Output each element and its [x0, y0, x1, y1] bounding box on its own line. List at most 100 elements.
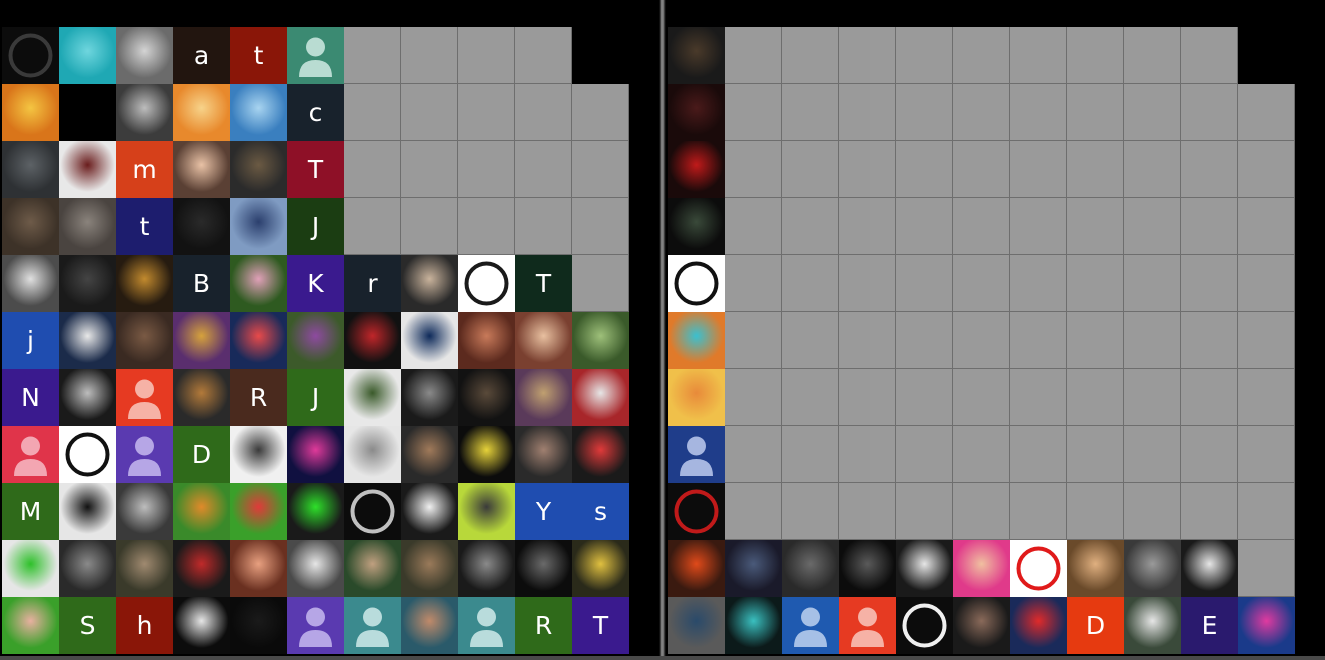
empty-slot[interactable] [839, 141, 896, 198]
profile-photo-tile[interactable] [230, 540, 287, 597]
empty-slot[interactable] [896, 426, 953, 483]
profile-photo-tile[interactable] [401, 483, 458, 540]
empty-slot[interactable] [782, 369, 839, 426]
red-flame-logo-tile[interactable] [668, 483, 725, 540]
empty-slot[interactable] [839, 84, 896, 141]
profile-photo-tile[interactable] [458, 426, 515, 483]
empty-slot[interactable] [1238, 198, 1295, 255]
letter-avatar-tile[interactable]: J [287, 369, 344, 426]
empty-slot[interactable] [344, 27, 401, 84]
profile-photo-tile[interactable] [344, 312, 401, 369]
empty-slot[interactable] [572, 84, 629, 141]
empty-slot[interactable] [782, 426, 839, 483]
profile-photo-tile[interactable] [173, 312, 230, 369]
empty-slot[interactable] [401, 84, 458, 141]
empty-slot[interactable] [1124, 198, 1181, 255]
profile-photo-tile[interactable] [59, 483, 116, 540]
empty-slot[interactable] [896, 84, 953, 141]
empty-slot[interactable] [1238, 141, 1295, 198]
profile-photo-tile[interactable] [725, 540, 782, 597]
profile-photo-tile[interactable] [572, 426, 629, 483]
empty-slot[interactable] [839, 255, 896, 312]
empty-slot[interactable] [1238, 255, 1295, 312]
empty-slot[interactable] [953, 27, 1010, 84]
empty-slot[interactable] [1181, 198, 1238, 255]
profile-photo-tile[interactable] [59, 198, 116, 255]
empty-slot[interactable] [1238, 312, 1295, 369]
profile-photo-tile[interactable] [116, 27, 173, 84]
profile-photo-tile[interactable] [668, 540, 725, 597]
empty-slot[interactable] [515, 84, 572, 141]
profile-photo-tile[interactable] [59, 540, 116, 597]
empty-slot[interactable] [515, 141, 572, 198]
letter-avatar-tile[interactable]: J [287, 198, 344, 255]
letter-avatar-tile[interactable]: T [287, 141, 344, 198]
empty-slot[interactable] [1067, 426, 1124, 483]
profile-photo-tile[interactable] [287, 540, 344, 597]
profile-photo-tile[interactable] [401, 540, 458, 597]
empty-slot[interactable] [839, 426, 896, 483]
empty-slot[interactable] [725, 141, 782, 198]
bottom-scrollbar[interactable] [0, 656, 1325, 660]
profile-photo-tile[interactable] [668, 597, 725, 654]
letter-avatar-tile[interactable]: D [1067, 597, 1124, 654]
profile-photo-tile[interactable] [59, 255, 116, 312]
profile-photo-tile[interactable] [116, 312, 173, 369]
empty-slot[interactable] [1124, 141, 1181, 198]
default-avatar-tile[interactable] [287, 597, 344, 654]
empty-slot[interactable] [782, 255, 839, 312]
empty-slot[interactable] [1238, 540, 1295, 597]
empty-slot[interactable] [344, 198, 401, 255]
profile-photo-tile[interactable] [2, 597, 59, 654]
profile-photo-tile[interactable] [668, 198, 725, 255]
profile-photo-tile[interactable] [173, 84, 230, 141]
profile-photo-tile[interactable] [59, 312, 116, 369]
profile-photo-tile[interactable] [230, 426, 287, 483]
profile-photo-tile[interactable] [173, 369, 230, 426]
profile-photo-tile[interactable] [401, 312, 458, 369]
empty-slot[interactable] [1124, 27, 1181, 84]
profile-photo-tile[interactable] [59, 369, 116, 426]
letter-avatar-tile[interactable]: r [344, 255, 401, 312]
empty-slot[interactable] [1181, 312, 1238, 369]
empty-slot[interactable] [1010, 141, 1067, 198]
tomorrowland-logo-tile[interactable] [668, 255, 725, 312]
aphex-logo-tile[interactable] [896, 597, 953, 654]
profile-photo-tile[interactable] [401, 369, 458, 426]
empty-slot[interactable] [953, 369, 1010, 426]
profile-photo-tile[interactable] [839, 540, 896, 597]
letter-avatar-tile[interactable]: S [59, 597, 116, 654]
letter-avatar-tile[interactable]: s [572, 483, 629, 540]
empty-slot[interactable] [953, 198, 1010, 255]
profile-photo-tile[interactable] [668, 27, 725, 84]
empty-slot[interactable] [725, 84, 782, 141]
profile-photo-tile[interactable] [173, 141, 230, 198]
empty-slot[interactable] [401, 198, 458, 255]
profile-photo-tile[interactable] [725, 597, 782, 654]
empty-slot[interactable] [1181, 369, 1238, 426]
empty-slot[interactable] [1238, 369, 1295, 426]
empty-slot[interactable] [896, 483, 953, 540]
empty-slot[interactable] [953, 312, 1010, 369]
empty-slot[interactable] [1181, 483, 1238, 540]
profile-photo-tile[interactable] [515, 426, 572, 483]
profile-photo-tile[interactable] [782, 540, 839, 597]
profile-photo-tile[interactable] [401, 426, 458, 483]
profile-photo-tile[interactable] [230, 312, 287, 369]
empty-slot[interactable] [782, 27, 839, 84]
profile-photo-tile[interactable] [572, 540, 629, 597]
empty-slot[interactable] [896, 198, 953, 255]
empty-slot[interactable] [1067, 198, 1124, 255]
empty-slot[interactable] [1010, 255, 1067, 312]
empty-slot[interactable] [572, 141, 629, 198]
profile-photo-tile[interactable] [515, 540, 572, 597]
sr-logo-tile[interactable] [344, 483, 401, 540]
s-logo-tile[interactable] [458, 255, 515, 312]
empty-slot[interactable] [401, 27, 458, 84]
letter-avatar-tile[interactable]: j [2, 312, 59, 369]
profile-photo-tile[interactable] [572, 312, 629, 369]
profile-photo-tile[interactable] [173, 198, 230, 255]
empty-slot[interactable] [1124, 483, 1181, 540]
profile-photo-tile[interactable] [2, 198, 59, 255]
empty-slot[interactable] [782, 483, 839, 540]
